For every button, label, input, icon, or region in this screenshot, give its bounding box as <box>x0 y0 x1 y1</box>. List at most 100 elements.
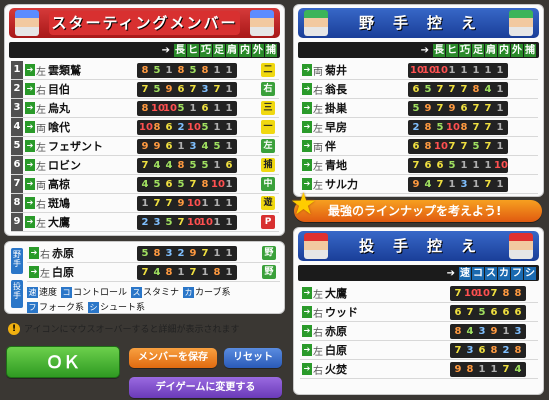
header-skill[interactable]: 巧 <box>459 43 471 57</box>
player-name[interactable]: ウッド <box>325 304 358 320</box>
header-infield[interactable]: 内 <box>239 43 251 57</box>
stat-value: 1 <box>213 197 221 209</box>
header-curve[interactable]: カ <box>498 266 510 280</box>
header-skill[interactable]: 巧 <box>200 43 212 57</box>
player-name[interactable]: 高椋 <box>48 176 70 192</box>
table-row[interactable]: 4 ➔ 両喰代 10 8 6 2 10 5 1 1 一 <box>11 118 279 137</box>
stat-value: 10 <box>187 216 201 228</box>
stat-value: 4 <box>201 140 209 152</box>
stat-value: 1 <box>478 363 486 375</box>
table-row[interactable]: ➔ 右火焚 9 8 1 1 7 4 <box>300 360 538 379</box>
player-name[interactable]: 翁長 <box>325 81 347 97</box>
table-row[interactable]: 6 ➔ 左ロビン 7 4 4 8 5 5 1 6 捕 <box>11 156 279 175</box>
starting-title: スターティングメンバー <box>49 11 240 35</box>
player-name[interactable]: 赤原 <box>52 245 74 261</box>
player-name[interactable]: 青地 <box>325 157 347 173</box>
stat-value: 7 <box>460 140 468 152</box>
table-row[interactable]: ➔ 右翁長 6 5 7 7 7 8 4 1 <box>300 80 538 99</box>
table-row[interactable]: 8 ➔ 右斑鳩 1 7 7 9 10 1 1 1 遊 <box>11 194 279 213</box>
player-name[interactable]: 白原 <box>52 264 74 280</box>
player-name[interactable]: 大鷹 <box>48 214 70 230</box>
player-name[interactable]: 火焚 <box>325 361 347 377</box>
table-row[interactable]: ➔ 右赤原 8 4 3 9 1 3 <box>300 322 538 341</box>
player-name[interactable]: 掛巣 <box>325 100 347 116</box>
stat-value: 7 <box>189 266 197 278</box>
player-avatar-icon <box>304 10 328 36</box>
table-row[interactable]: ➔ 左大鷹 7 10 10 7 8 8 <box>300 284 538 303</box>
player-name[interactable]: 白原 <box>325 342 347 358</box>
stat-value: 6 <box>514 306 522 318</box>
save-member-button[interactable]: メンバーを保存 <box>129 348 217 368</box>
table-row[interactable]: 3 ➔ 左烏丸 8 10 10 5 1 6 1 1 三 <box>11 99 279 118</box>
table-row[interactable]: 7 ➔ 両高椋 4 5 6 5 7 8 10 1 中 <box>11 175 279 194</box>
table-row[interactable]: ➔ 両菊井 10 10 10 1 1 1 1 1 <box>300 61 538 80</box>
table-row[interactable]: ➔ 右ウッド 6 7 5 6 6 6 <box>300 303 538 322</box>
stat-value: 6 <box>165 178 173 190</box>
table-row[interactable]: ➔ 両伴 6 8 10 7 7 5 7 1 <box>300 137 538 156</box>
header-hit[interactable]: ヒ <box>187 43 199 57</box>
position-badge: 野 <box>262 265 276 279</box>
table-row[interactable]: ➔ 右赤原 5 8 3 2 9 7 1 1 野 <box>27 244 280 263</box>
player-name[interactable]: 斑鳩 <box>48 195 70 211</box>
table-row[interactable]: 1 ➔ 左雲類鷲 8 5 1 8 5 8 1 1 二 <box>11 61 279 80</box>
side-label: 両 <box>36 123 46 135</box>
header-arm[interactable]: 肩 <box>485 43 497 57</box>
stat-values: 4 5 6 5 7 8 10 1 <box>137 176 237 192</box>
header-speed[interactable]: 足 <box>213 43 225 57</box>
header-arm[interactable]: 肩 <box>226 43 238 57</box>
stat-value: 10 <box>410 64 424 76</box>
side-label: 左 <box>313 161 323 173</box>
table-row[interactable]: ➔ 左早房 2 8 5 10 8 7 7 1 <box>300 118 538 137</box>
player-name[interactable]: 早房 <box>325 119 347 135</box>
stat-value: 4 <box>484 83 492 95</box>
table-row[interactable]: ➔ 左白原 7 3 6 8 2 8 <box>300 341 538 360</box>
header-stamina[interactable]: ス <box>485 266 497 280</box>
pitchers-header: ➔ 速 コ ス カ フ シ <box>298 265 539 281</box>
header-catcher[interactable]: 捕 <box>265 43 277 57</box>
arrow-right-icon: ➔ <box>25 102 35 114</box>
table-row[interactable]: ➔ 左青地 7 6 6 5 1 1 1 10 <box>300 156 538 175</box>
header-outfield[interactable]: 外 <box>252 43 264 57</box>
reset-button[interactable]: リセット <box>224 348 282 368</box>
table-row[interactable]: ➔ 左サル力 9 4 7 1 3 1 7 1 <box>300 175 538 194</box>
player-name[interactable]: フェザント <box>48 138 103 154</box>
table-row[interactable]: ➔ 左白原 7 4 8 1 7 1 8 1 野 <box>27 263 280 282</box>
batting-side: ➔ 左 <box>29 265 50 280</box>
header-hit[interactable]: ヒ <box>446 43 458 57</box>
header-outfield[interactable]: 外 <box>511 43 523 57</box>
player-name[interactable]: サル力 <box>325 176 358 192</box>
player-name[interactable]: 大鷹 <box>325 285 347 301</box>
header-catcher[interactable]: 捕 <box>524 43 536 57</box>
stat-value: 8 <box>472 83 480 95</box>
header-shoot[interactable]: シ <box>524 266 536 280</box>
header-velocity[interactable]: 速 <box>459 266 471 280</box>
stat-value: 1 <box>484 64 492 76</box>
header-power[interactable]: 長 <box>174 43 186 57</box>
player-name[interactable]: 烏丸 <box>48 100 70 116</box>
player-name[interactable]: 雲類鷲 <box>48 62 81 78</box>
player-name[interactable]: ロビン <box>48 157 81 173</box>
table-row[interactable]: ➔ 左掛巣 5 9 7 9 6 7 7 1 <box>300 99 538 118</box>
table-row[interactable]: 9 ➔ 左大鷹 2 3 5 7 10 10 1 1 P <box>11 213 279 232</box>
day-game-button[interactable]: デイゲームに変更する <box>129 377 282 398</box>
player-name[interactable]: 伴 <box>325 138 336 154</box>
table-row[interactable]: 2 ➔ 右目伯 7 5 9 6 7 3 7 1 右 <box>11 80 279 99</box>
header-power[interactable]: 長 <box>433 43 445 57</box>
header-control[interactable]: コ <box>472 266 484 280</box>
table-row[interactable]: 5 ➔ 左フェザント 9 9 6 1 3 4 5 1 左 <box>11 137 279 156</box>
player-name[interactable]: 目伯 <box>48 81 70 97</box>
batting-side: ➔ 右 <box>25 196 46 211</box>
stat-value: 7 <box>213 83 221 95</box>
header-speed[interactable]: 足 <box>472 43 484 57</box>
header-infield[interactable]: 内 <box>498 43 510 57</box>
arrow-right-icon: ➔ <box>25 178 35 190</box>
stat-value: 9 <box>177 197 185 209</box>
player-name[interactable]: 喰代 <box>48 119 70 135</box>
stat-value: 9 <box>454 363 462 375</box>
batting-side: ➔ 左 <box>302 343 323 358</box>
player-name[interactable]: 赤原 <box>325 323 347 339</box>
player-name[interactable]: 菊井 <box>325 62 347 78</box>
ok-button[interactable]: ＯＫ <box>6 346 120 378</box>
header-fork[interactable]: フ <box>511 266 523 280</box>
stat-value: 1 <box>213 216 221 228</box>
